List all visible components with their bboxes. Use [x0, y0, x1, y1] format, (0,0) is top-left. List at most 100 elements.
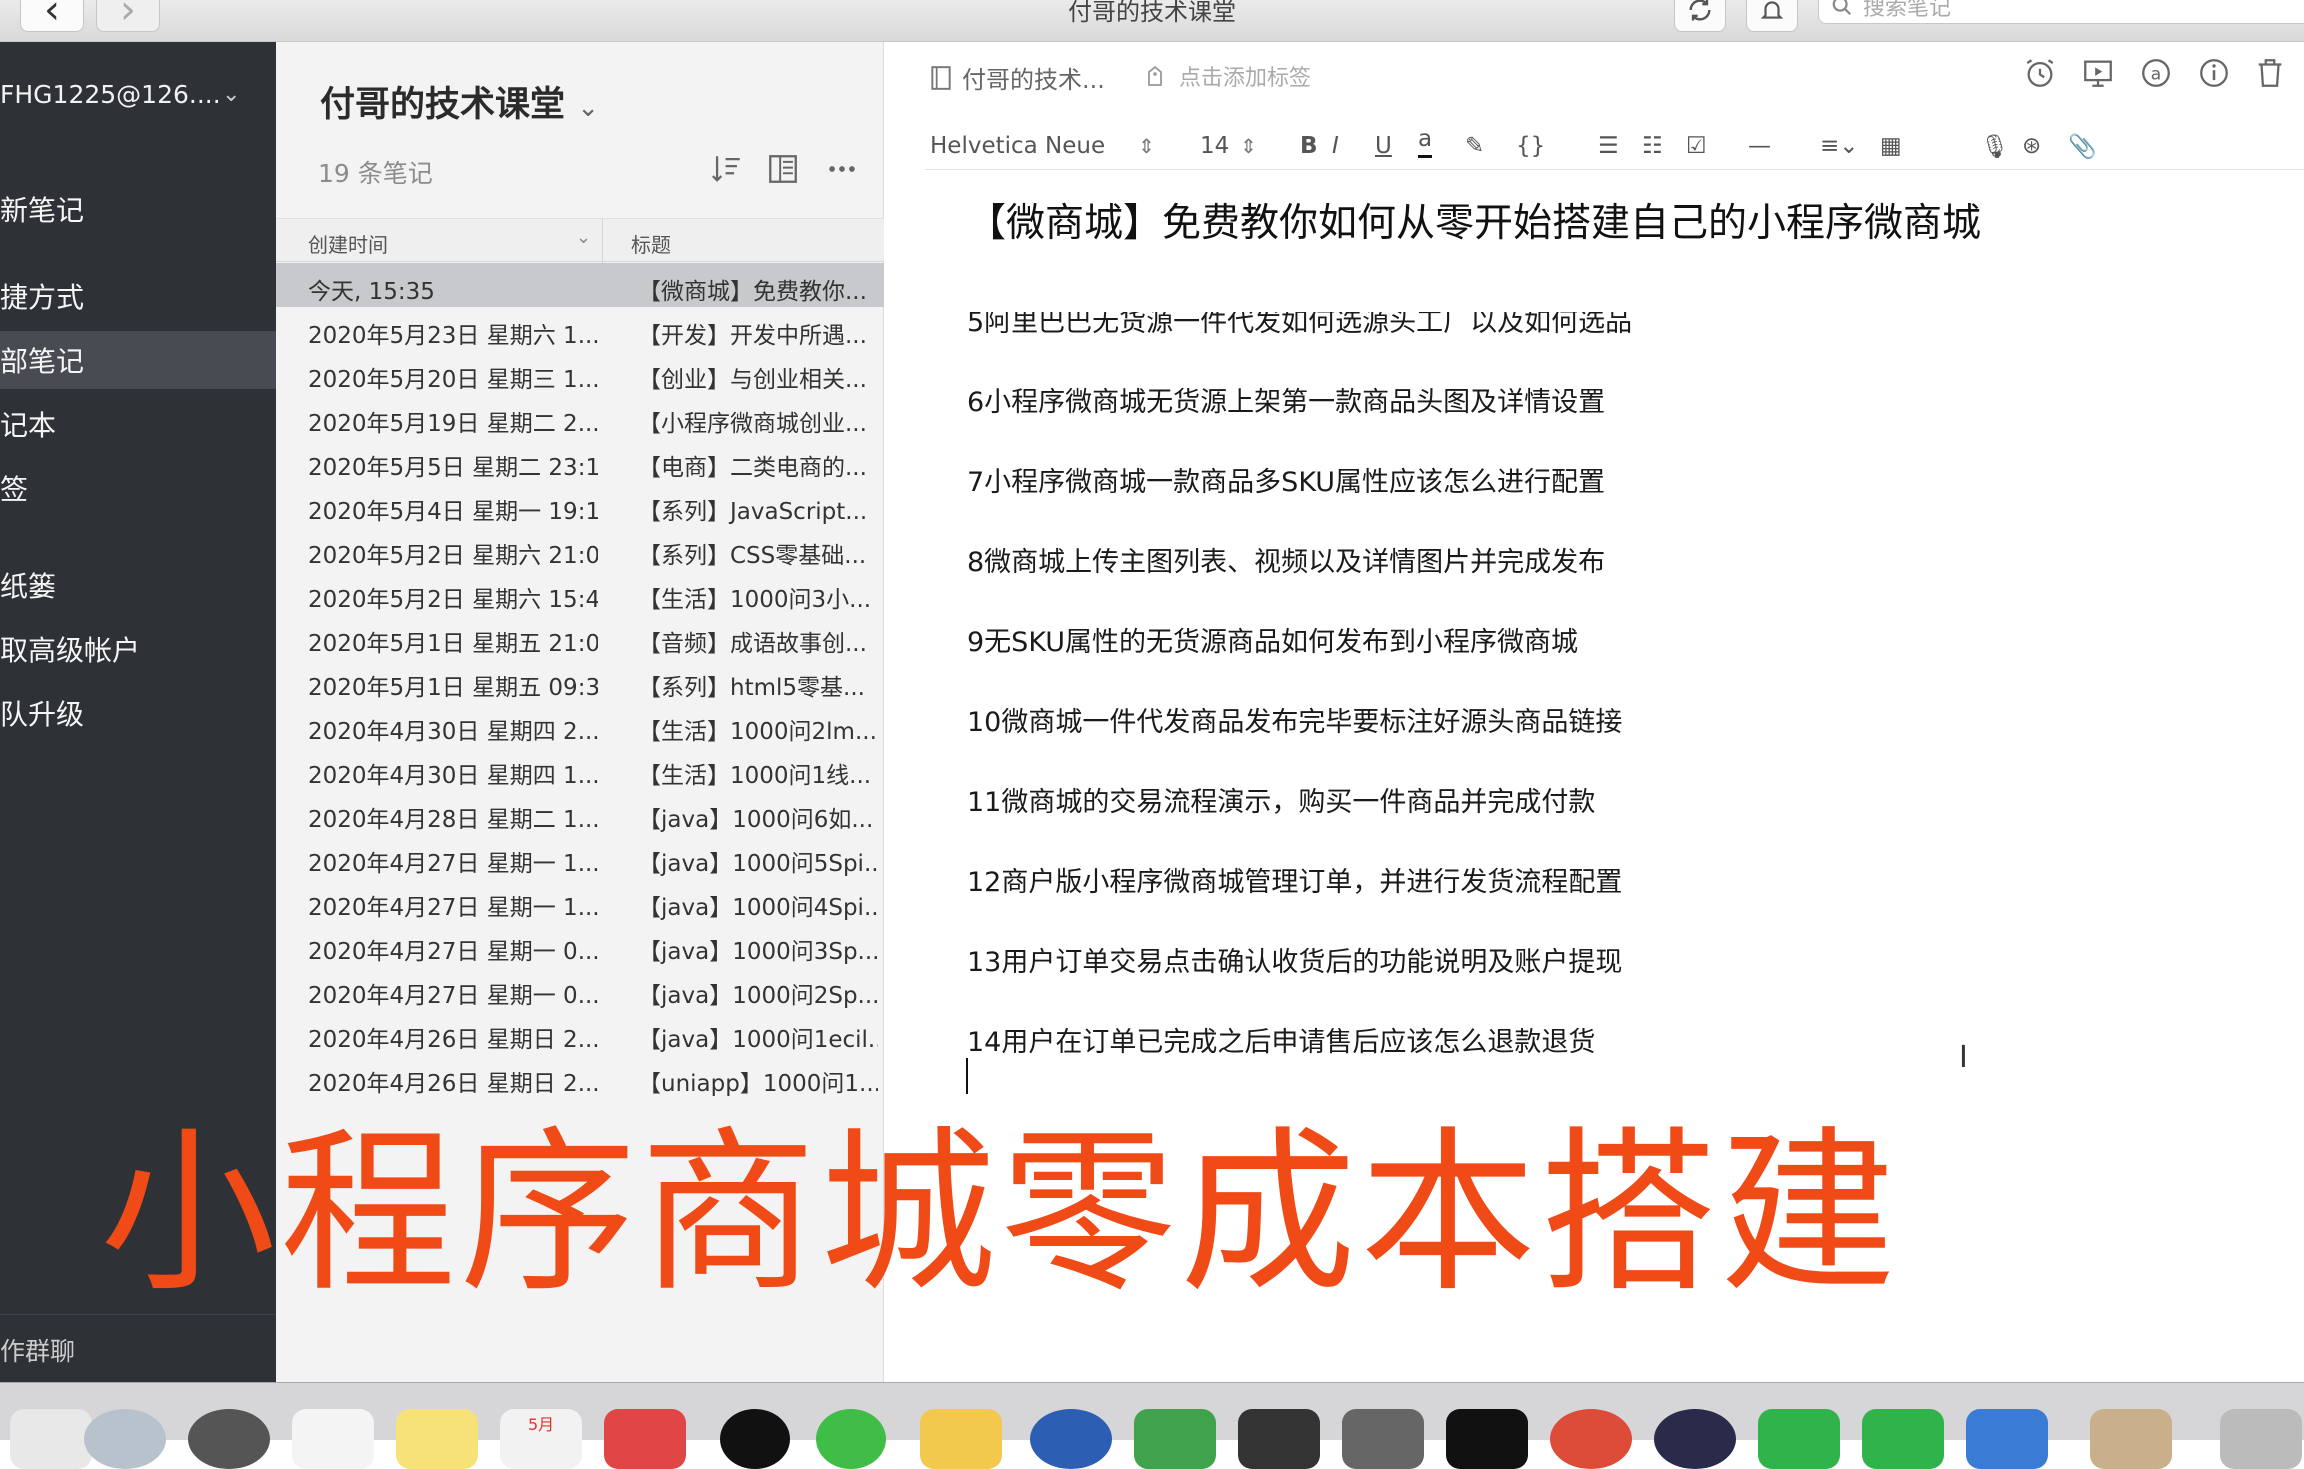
sidebar-item-all-notes[interactable]: 部笔记	[0, 331, 276, 389]
table-row[interactable]: 2020年4月27日 星期一 1... 【java】1000问5Spi...	[276, 835, 884, 879]
table-row[interactable]: 今天, 15:35 【微商城】免费教你...	[276, 263, 884, 307]
note-notebook-selector[interactable]: 付哥的技术...	[930, 60, 1105, 95]
chevron-down-icon[interactable]: ⌄	[222, 82, 240, 107]
dock-wechat-icon[interactable]	[816, 1409, 886, 1469]
updown-chevron-icon[interactable]: ⇕	[1240, 122, 1257, 170]
table-row[interactable]: 2020年5月1日 星期五 21:05 【音频】成语故事创...	[276, 615, 884, 659]
table-icon[interactable]: ▦	[1880, 122, 1902, 170]
table-row[interactable]: 2020年5月2日 星期六 21:00 【系列】CSS零基础...	[276, 527, 884, 571]
dock-launchpad-icon[interactable]	[84, 1409, 166, 1469]
note-line: 7小程序微商城一款商品多SKU属性应该怎么进行配置	[967, 467, 1606, 498]
sidebar-item-new-note[interactable]: 新笔记	[0, 180, 276, 238]
table-row[interactable]: 2020年5月4日 星期一 19:16 【系列】JavaScript...	[276, 483, 884, 527]
note-line: 10微商城一件代发商品发布完毕要标注好源头商品链接	[967, 707, 1623, 738]
dock-terminal-icon[interactable]	[1446, 1409, 1528, 1469]
italic-icon[interactable]: I	[1332, 122, 1339, 170]
dock-contacts-icon[interactable]	[292, 1409, 374, 1469]
font-size-select[interactable]: 14	[1200, 122, 1229, 170]
dock-app-icon[interactable]	[1654, 1409, 1736, 1469]
column-divider[interactable]	[602, 219, 603, 263]
info-icon[interactable]	[2197, 56, 2231, 90]
table-row[interactable]: 2020年5月2日 星期六 15:45 【生活】1000问3小...	[276, 571, 884, 615]
note-line: 5阿里巴巴无货源一件代发如何选源头工厂以及如何选品	[967, 307, 1633, 338]
dock-app-icon[interactable]	[920, 1409, 1002, 1469]
dock-app-icon[interactable]	[1238, 1409, 1320, 1469]
table-row[interactable]: 2020年4月30日 星期四 2... 【生活】1000问2lm...	[276, 703, 884, 747]
presentation-icon[interactable]	[2081, 56, 2115, 90]
dock-app-icon[interactable]	[1966, 1409, 2048, 1469]
dock-app-icon[interactable]	[1758, 1409, 1840, 1469]
note-line: 6小程序微商城无货源上架第一款商品头图及详情设置	[967, 387, 1606, 418]
table-row[interactable]: 2020年4月28日 星期二 1... 【java】1000问6如...	[276, 791, 884, 835]
dock: 5月	[0, 1382, 2304, 1469]
column-title[interactable]: 标题	[631, 229, 671, 258]
font-family-select[interactable]: Helvetica Neue	[930, 122, 1105, 170]
notifications-button[interactable]	[1746, 0, 1798, 32]
chevron-down-icon[interactable]: ⌄	[576, 227, 591, 248]
bullet-list-icon[interactable]: ☰	[1598, 122, 1619, 170]
dock-trash-icon[interactable]	[2220, 1409, 2302, 1469]
attachment-icon[interactable]: 📎	[2068, 122, 2097, 170]
table-row[interactable]: 2020年5月19日 星期二 2... 【小程序微商城创业...	[276, 395, 884, 439]
sidebar-item-premium[interactable]: 取高级帐户	[0, 620, 276, 678]
view-layout-icon[interactable]	[766, 152, 800, 186]
table-row[interactable]: 2020年5月1日 星期五 09:33 【系列】html5零基...	[276, 659, 884, 703]
dock-system-preferences-icon[interactable]	[188, 1409, 270, 1469]
underline-icon[interactable]: U	[1375, 122, 1392, 170]
code-block-icon[interactable]: {}	[1516, 122, 1545, 170]
numbered-list-icon[interactable]: ☷	[1642, 122, 1663, 170]
sidebar-item-shortcuts[interactable]: 捷方式	[0, 267, 276, 325]
table-row[interactable]: 2020年4月26日 星期日 2... 【java】1000问1ecil...	[276, 1011, 884, 1055]
table-row[interactable]: 2020年5月20日 星期三 1... 【创业】与创业相关...	[276, 351, 884, 395]
notebook-title[interactable]: 付哥的技术课堂 ⌄	[320, 76, 599, 127]
window-titlebar: ‹ › 付哥的技术课堂 搜索笔记	[0, 0, 2304, 42]
sidebar-item-tags[interactable]: 签	[0, 459, 276, 517]
aperture-icon[interactable]: ⊛	[2022, 122, 2041, 170]
note-title[interactable]: 【微商城】免费教你如何从零开始搭建自己的小程序微商城	[967, 192, 1981, 248]
reminder-alarm-icon[interactable]	[2023, 56, 2057, 90]
dock-app-icon[interactable]	[2090, 1409, 2172, 1469]
text-cursor-icon: I	[1959, 1040, 1968, 1075]
dock-app-icon[interactable]	[604, 1409, 686, 1469]
dock-app-icon[interactable]	[1862, 1409, 1944, 1469]
table-row[interactable]: 2020年5月23日 星期六 1... 【开发】开发中所遇...	[276, 307, 884, 351]
dock-chrome-icon[interactable]	[1550, 1409, 1632, 1469]
table-row[interactable]: 2020年4月27日 星期一 0... 【java】1000问3Sp...	[276, 923, 884, 967]
text-color-icon[interactable]: a	[1418, 122, 1433, 158]
highlight-icon[interactable]: ✎	[1465, 122, 1484, 170]
dock-app-icon[interactable]	[1030, 1409, 1112, 1469]
sidebar-item-trash[interactable]: 纸篓	[0, 556, 276, 614]
chevron-down-icon: ⌄	[577, 93, 599, 123]
align-icon[interactable]: ≡⌄	[1820, 122, 1859, 170]
horizontal-rule-icon[interactable]: —	[1748, 122, 1771, 170]
dock-app-icon[interactable]	[1342, 1409, 1424, 1469]
microphone-icon[interactable]: 🎙	[1980, 122, 2009, 170]
sidebar-item-notebooks[interactable]: 记本	[0, 395, 276, 453]
dock-notes-icon[interactable]	[396, 1409, 478, 1469]
svg-text:a: a	[2151, 64, 2161, 84]
sort-icon[interactable]	[710, 152, 744, 186]
sidebar-item-team-upgrade[interactable]: 队升级	[0, 684, 276, 742]
updown-chevron-icon[interactable]: ⇕	[1138, 122, 1155, 170]
checklist-icon[interactable]: ☑	[1686, 122, 1707, 170]
column-created-time[interactable]: 创建时间	[308, 229, 388, 258]
note-list-column-header: 创建时间 ⌄ 标题	[276, 218, 884, 263]
dock-evernote-icon[interactable]	[1134, 1409, 1216, 1469]
search-input[interactable]: 搜索笔记	[1818, 0, 2304, 24]
sync-icon	[1689, 0, 1711, 21]
notebook-icon	[931, 65, 951, 90]
table-row[interactable]: 2020年5月5日 星期二 23:11 【电商】二类电商的...	[276, 439, 884, 483]
account-name[interactable]: FHG1225@126....	[0, 80, 221, 109]
table-row[interactable]: 2020年4月30日 星期四 1... 【生活】1000问1线...	[276, 747, 884, 791]
more-options-icon[interactable]	[824, 152, 860, 186]
dock-finder-icon[interactable]	[10, 1409, 92, 1469]
bold-icon[interactable]: B	[1300, 122, 1318, 170]
share-at-icon[interactable]: a	[2139, 56, 2173, 90]
table-row[interactable]: 2020年4月27日 星期一 1... 【java】1000问4Spi...	[276, 879, 884, 923]
dock-qq-icon[interactable]	[720, 1409, 790, 1469]
trash-icon[interactable]	[2253, 56, 2287, 90]
tags-input[interactable]: 点击添加标签	[1145, 60, 1311, 92]
sidebar-footer-chat[interactable]: 作群聊	[0, 1332, 75, 1368]
table-row[interactable]: 2020年4月27日 星期一 0... 【java】1000问2Sp...	[276, 967, 884, 1011]
sync-button[interactable]	[1674, 0, 1726, 32]
